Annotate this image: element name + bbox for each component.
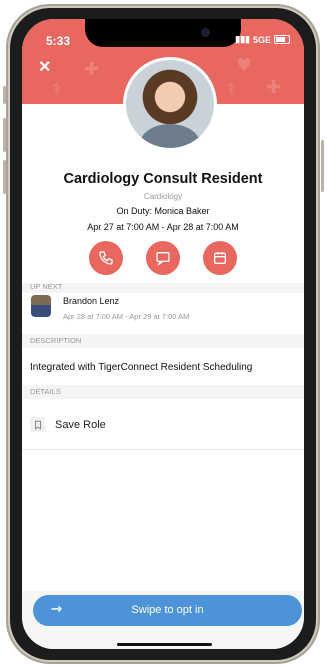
swipe-label: Swipe to opt in	[131, 604, 204, 616]
power-button	[321, 140, 324, 192]
save-role-button[interactable]: Save Role	[30, 417, 106, 432]
up-next-avatar	[31, 295, 51, 317]
page-title: Cardiology Consult Resident	[63, 171, 263, 187]
message-icon	[156, 252, 170, 266]
home-indicator	[117, 643, 212, 646]
volume-down-button	[3, 160, 6, 194]
medical-pattern-icon: ✚	[84, 59, 100, 80]
call-button[interactable]	[89, 241, 123, 275]
mute-switch	[3, 86, 6, 104]
schedule-button[interactable]	[203, 241, 237, 275]
medical-pattern-icon: ⚕	[227, 79, 237, 100]
department-label: Cardiology	[143, 192, 183, 201]
description-section-header: DESCRIPTION	[22, 334, 304, 348]
up-next-section-header: UP NEXT	[22, 283, 304, 293]
camera-icon	[201, 28, 210, 37]
phone-icon	[99, 251, 113, 265]
battery-icon	[274, 35, 290, 44]
network-label: 5GE	[252, 34, 271, 45]
medical-pattern-icon: ♥	[236, 55, 253, 76]
volume-up-button	[3, 118, 6, 152]
bookmark-icon	[34, 420, 41, 430]
calendar-icon	[214, 252, 226, 264]
message-button[interactable]	[146, 241, 180, 275]
medical-pattern-icon: ✚	[266, 77, 282, 98]
on-duty-label: On Duty: Monica Baker	[116, 206, 210, 216]
signal-icon: ▮▮▮	[235, 34, 250, 44]
up-next-name: Brandon Lenz	[63, 296, 120, 306]
divider	[22, 449, 304, 450]
save-role-label: Save Role	[55, 418, 106, 431]
avatar-shirt	[140, 124, 200, 148]
bookmark-icon-wrap	[30, 417, 45, 432]
action-buttons	[22, 241, 304, 275]
notch	[85, 19, 241, 47]
shift-dates: Apr 27 at 7:00 AM - Apr 28 at 7:00 AM	[87, 222, 239, 232]
status-time: 5:33	[46, 34, 71, 48]
close-icon[interactable]: ✕	[38, 57, 51, 77]
swipe-to-opt-in-slider[interactable]: ⇾ Swipe to opt in	[33, 595, 302, 626]
avatar	[123, 57, 217, 151]
details-section-header: DETAILS	[22, 385, 304, 399]
status-icons: ▮▮▮ 5GE	[235, 34, 290, 45]
medical-pattern-icon: ⚕	[52, 79, 62, 100]
up-next-shift: Apr 28 at 7:00 AM - Apr 29 at 7:00 AM	[63, 312, 190, 321]
app-screen: ✚ ⚕ ♥ ✚ ⚕ 5:33 ▮▮▮ 5GE ✕ Cardiology Cons…	[22, 19, 304, 649]
description-text: Integrated with TigerConnect Resident Sc…	[30, 362, 253, 373]
